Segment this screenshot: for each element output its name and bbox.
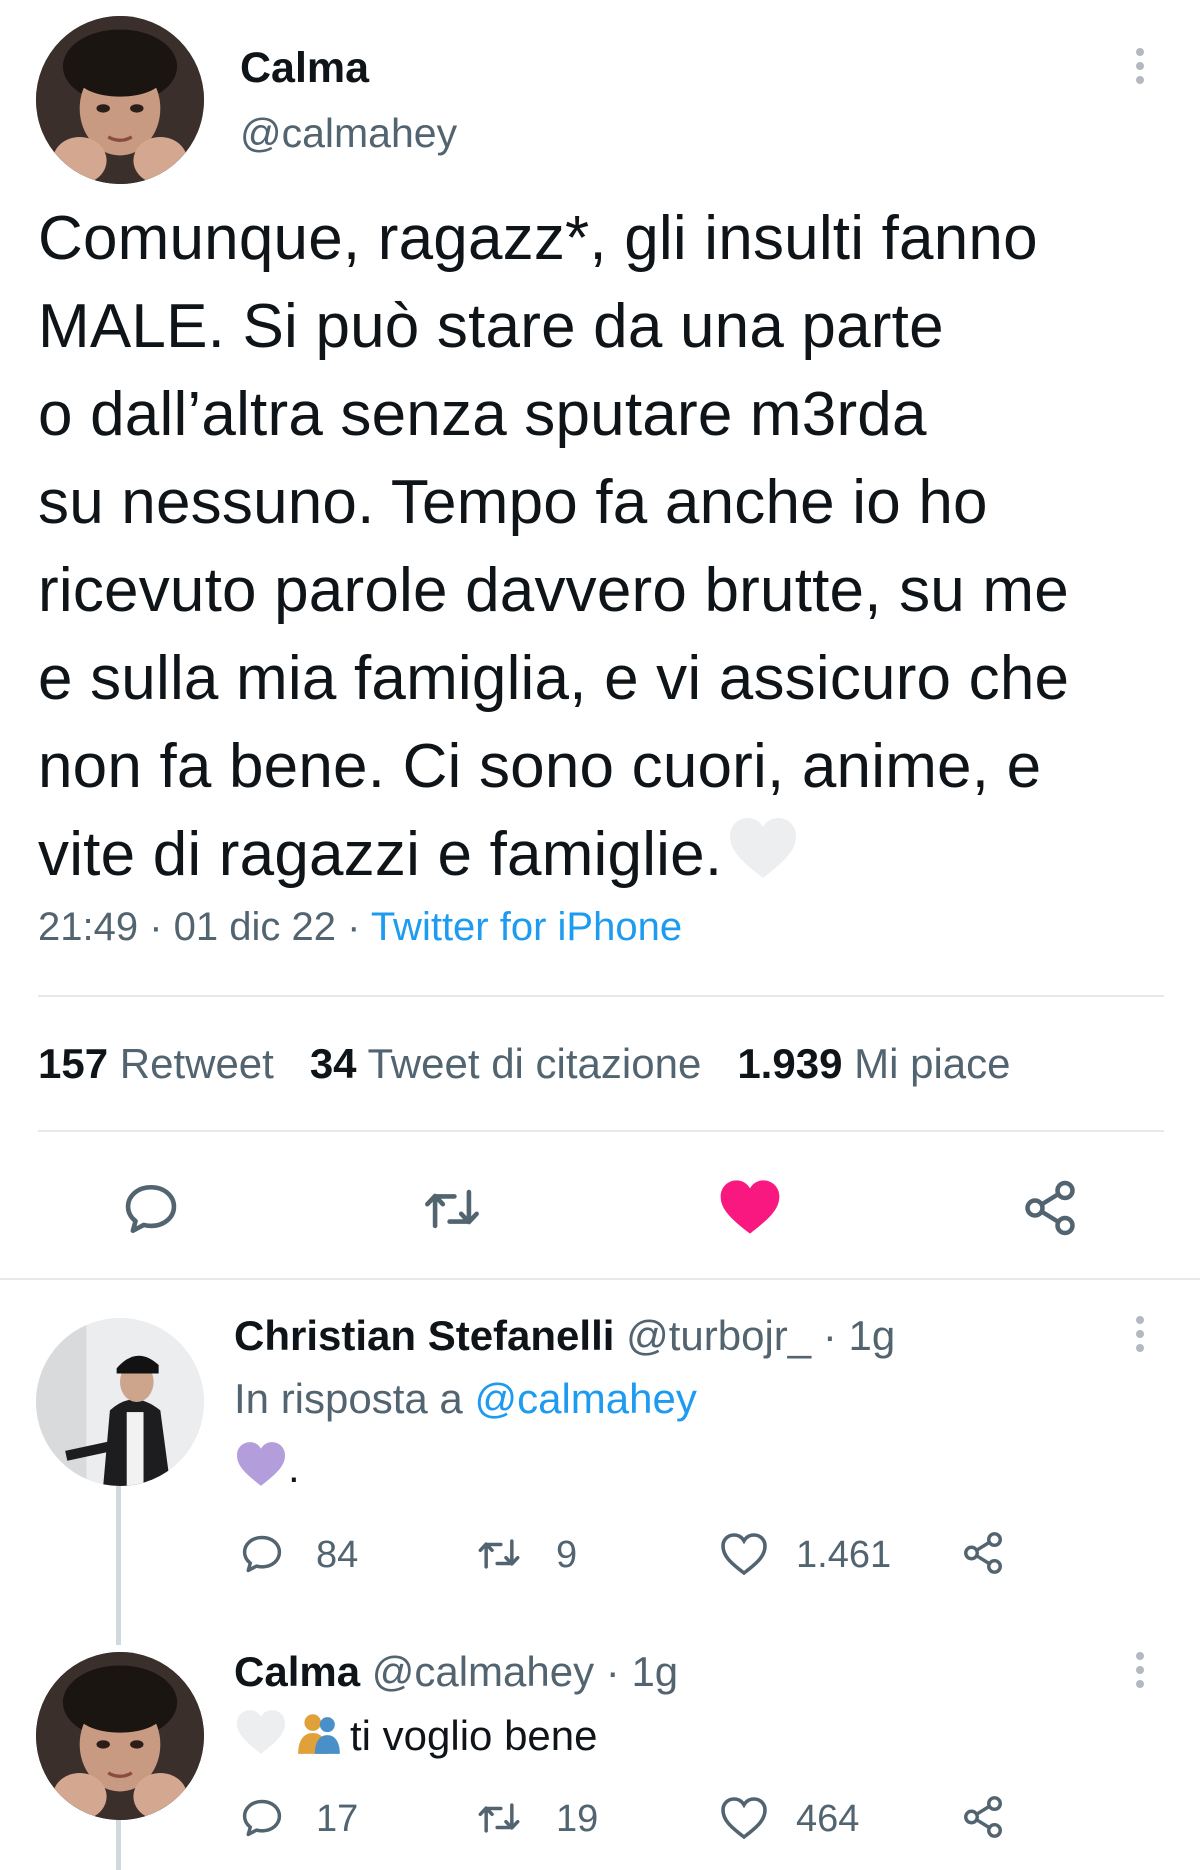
likes-count: 1.939: [737, 1040, 843, 1087]
meta-separator: ·: [138, 905, 174, 949]
reply-button[interactable]: [240, 1796, 284, 1840]
share-button[interactable]: [960, 1794, 1006, 1840]
reply-icon: [242, 1535, 282, 1573]
meta-separator: ·: [336, 905, 371, 949]
reply-text-body: ti voglio bene: [350, 1712, 598, 1759]
reply-author-name[interactable]: Calma: [234, 1648, 360, 1695]
retweet-count: 9: [556, 1534, 578, 1576]
retweet-count: 19: [556, 1798, 599, 1840]
retweet-button[interactable]: [422, 1180, 482, 1238]
like-icon: [720, 1180, 780, 1234]
author-avatar[interactable]: [36, 16, 204, 184]
like-icon: [721, 1533, 767, 1576]
reply-text: ti voglio bene: [234, 1708, 598, 1760]
white-heart-emoji-icon: [237, 1710, 285, 1754]
tweet-time[interactable]: 21:49: [38, 905, 138, 949]
tweet-meta: 21:49 · 01 dic 22 · Twitter for iPhone: [38, 905, 682, 950]
tweet-text-line: MALE. Si può stare da una parte: [38, 292, 944, 361]
purple-heart-emoji-icon: [237, 1442, 285, 1486]
like-icon: [721, 1797, 767, 1840]
share-button[interactable]: [960, 1530, 1006, 1576]
like-button[interactable]: [720, 1796, 768, 1840]
more-icon[interactable]: [1130, 1648, 1150, 1692]
tweet-date[interactable]: 01 dic 22: [174, 905, 336, 949]
tweet-text: Comunque, ragazz*, gli insulti fanno MAL…: [38, 195, 1178, 899]
reply-avatar[interactable]: [36, 1652, 204, 1820]
quotes-count: 34: [309, 1040, 357, 1087]
reply-author-handle[interactable]: @calmahey: [372, 1648, 594, 1695]
white-heart-emoji-icon: [730, 818, 797, 878]
tweet-stats: 157 Retweet 34 Tweet di citazione 1.939 Mi…: [38, 1040, 1011, 1088]
more-icon[interactable]: [1130, 44, 1150, 88]
retweet-icon: [425, 1189, 479, 1229]
retweet-button[interactable]: [476, 1532, 522, 1576]
tweet-text-line: ricevuto parole davvero brutte, su me: [38, 556, 1069, 625]
reply-header: Christian Stefanelli @turbojr_ · 1g: [234, 1312, 895, 1360]
in-reply-handle-link[interactable]: @calmahey: [474, 1375, 696, 1422]
reply-author-handle[interactable]: @turbojr_: [626, 1312, 811, 1359]
like-button[interactable]: [718, 1176, 782, 1238]
people-hugging-emoji-icon: [298, 1714, 340, 1754]
author-handle[interactable]: @calmahey: [240, 110, 457, 157]
more-icon[interactable]: [1130, 1312, 1150, 1356]
divider: [0, 1278, 1200, 1280]
reply-button[interactable]: [122, 1180, 180, 1238]
avatar-face-icon: [36, 1652, 204, 1820]
thread-line: [116, 1485, 121, 1645]
retweets-stat[interactable]: 157 Retweet: [38, 1040, 274, 1087]
retweet-icon: [478, 1539, 520, 1569]
like-count: 1.461: [796, 1534, 892, 1576]
tweet-text-line: e sulla mia famiglia, e vi assicuro che: [38, 644, 1070, 713]
tweet-text-line: Comunque, ragazz*, gli insulti fanno: [38, 204, 1038, 273]
avatar-person-icon: [36, 1318, 204, 1486]
reply-age: · 1g: [822, 1312, 896, 1359]
author-name[interactable]: Calma: [240, 44, 369, 93]
retweet-button[interactable]: [476, 1796, 522, 1840]
in-reply-to: In risposta a @calmahey: [234, 1375, 697, 1423]
quotes-stat[interactable]: 34 Tweet di citazione: [310, 1040, 702, 1087]
retweets-label: Retweet: [119, 1040, 274, 1087]
tweet-text-line: o dall’altra senza sputare m3rda: [38, 380, 927, 449]
avatar-face-icon: [36, 16, 204, 184]
reply-age: · 1g: [605, 1648, 679, 1695]
quotes-label: Tweet di citazione: [367, 1040, 702, 1087]
divider: [38, 995, 1164, 997]
reply-count: 84: [316, 1534, 359, 1576]
reply-icon: [242, 1799, 282, 1837]
like-count: 464: [796, 1798, 860, 1840]
share-icon: [964, 1796, 1002, 1838]
thread-line: [116, 1820, 121, 1870]
reply-header: Calma @calmahey · 1g: [234, 1648, 678, 1696]
reply-count: 17: [316, 1798, 359, 1840]
share-button[interactable]: [1020, 1178, 1080, 1238]
reply-text: .: [234, 1440, 300, 1492]
tweet-text-last-line: vite di ragazzi e famiglie.: [38, 811, 1178, 899]
reply-avatar[interactable]: [36, 1318, 204, 1486]
reply-icon: [125, 1184, 177, 1234]
like-button[interactable]: [720, 1532, 768, 1576]
tweet-source-link[interactable]: Twitter for iPhone: [371, 905, 682, 949]
likes-label: Mi piace: [854, 1040, 1011, 1087]
reply-text-body: .: [288, 1444, 300, 1491]
likes-stat[interactable]: 1.939 Mi piace: [737, 1040, 1010, 1087]
retweets-count: 157: [38, 1040, 109, 1087]
reply-button[interactable]: [240, 1532, 284, 1576]
tweet-text-line: non fa bene. Ci sono cuori, anime, e: [38, 732, 1042, 801]
tweet-text-line: su nessuno. Tempo fa anche io ho: [38, 468, 988, 537]
in-reply-prefix: In risposta a: [234, 1375, 463, 1422]
retweet-icon: [478, 1803, 520, 1833]
share-icon: [1025, 1180, 1075, 1236]
reply-author-name[interactable]: Christian Stefanelli: [234, 1312, 614, 1359]
tweet-text-line: vite di ragazzi e famiglie.: [38, 820, 723, 889]
share-icon: [964, 1532, 1002, 1574]
divider: [38, 1130, 1164, 1132]
